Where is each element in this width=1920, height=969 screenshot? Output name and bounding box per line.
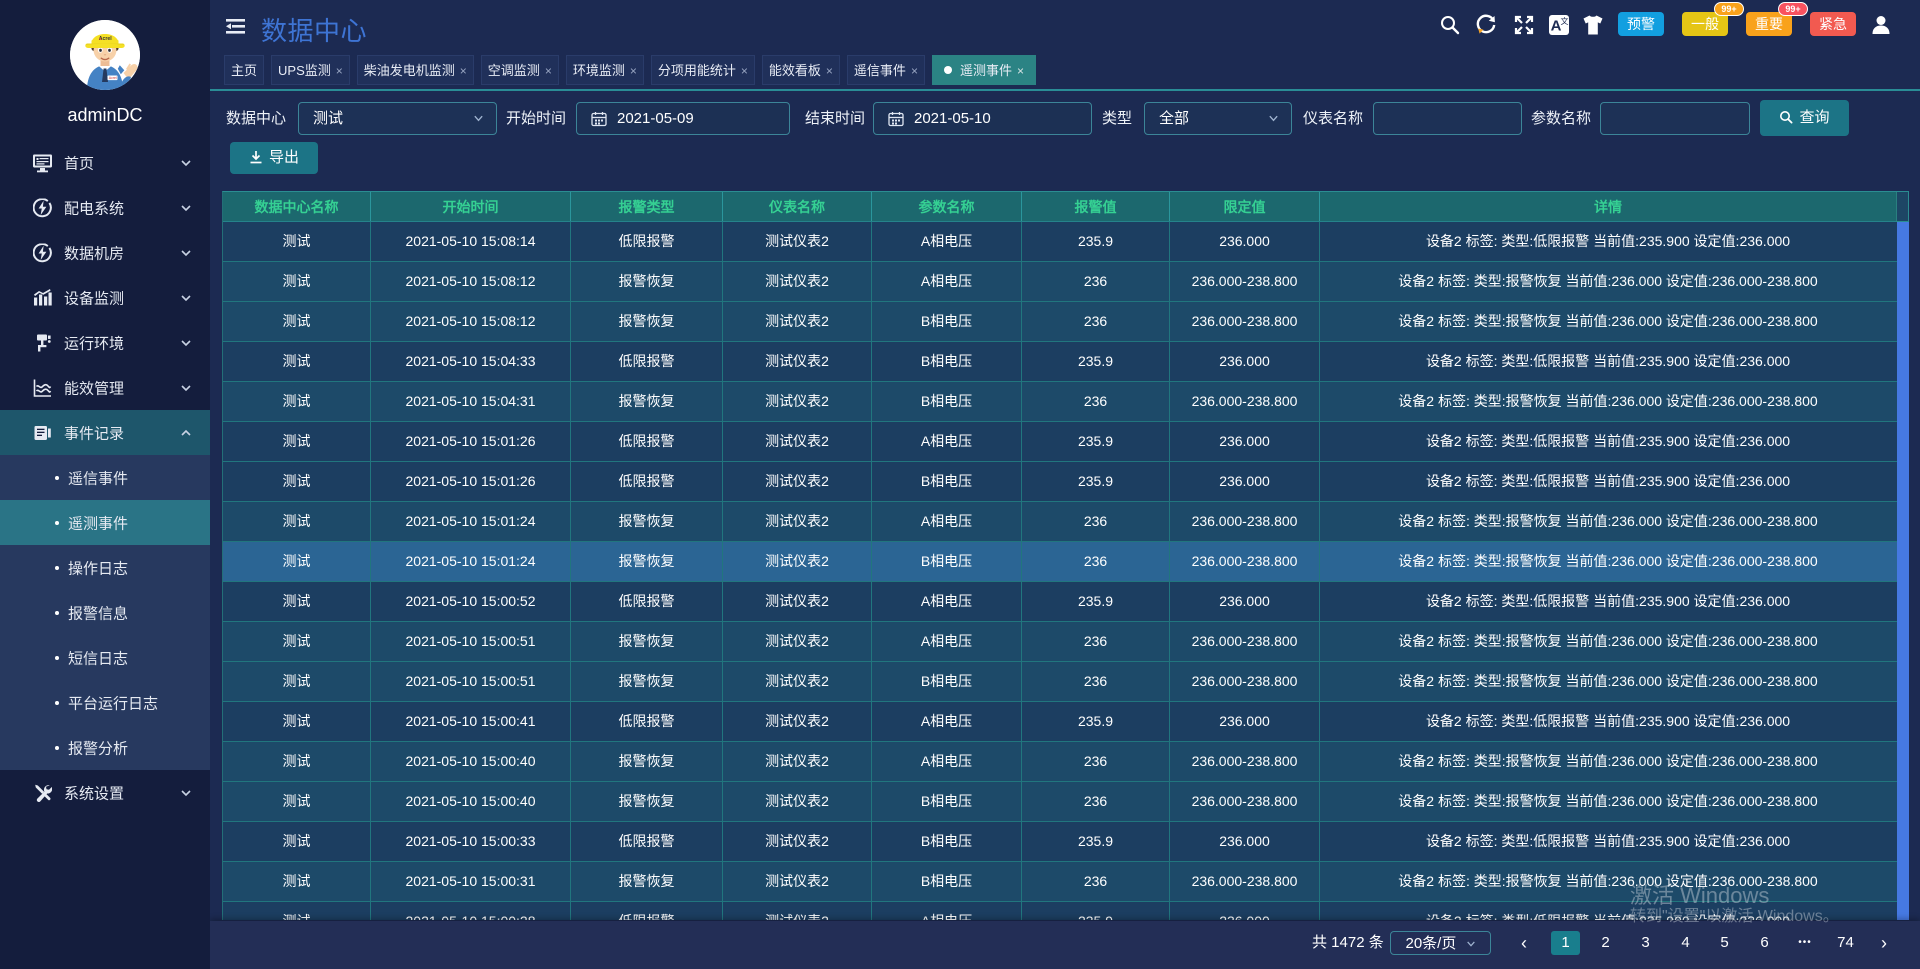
svg-text:Acrel: Acrel (109, 76, 117, 80)
svg-text:文: 文 (1561, 16, 1569, 26)
